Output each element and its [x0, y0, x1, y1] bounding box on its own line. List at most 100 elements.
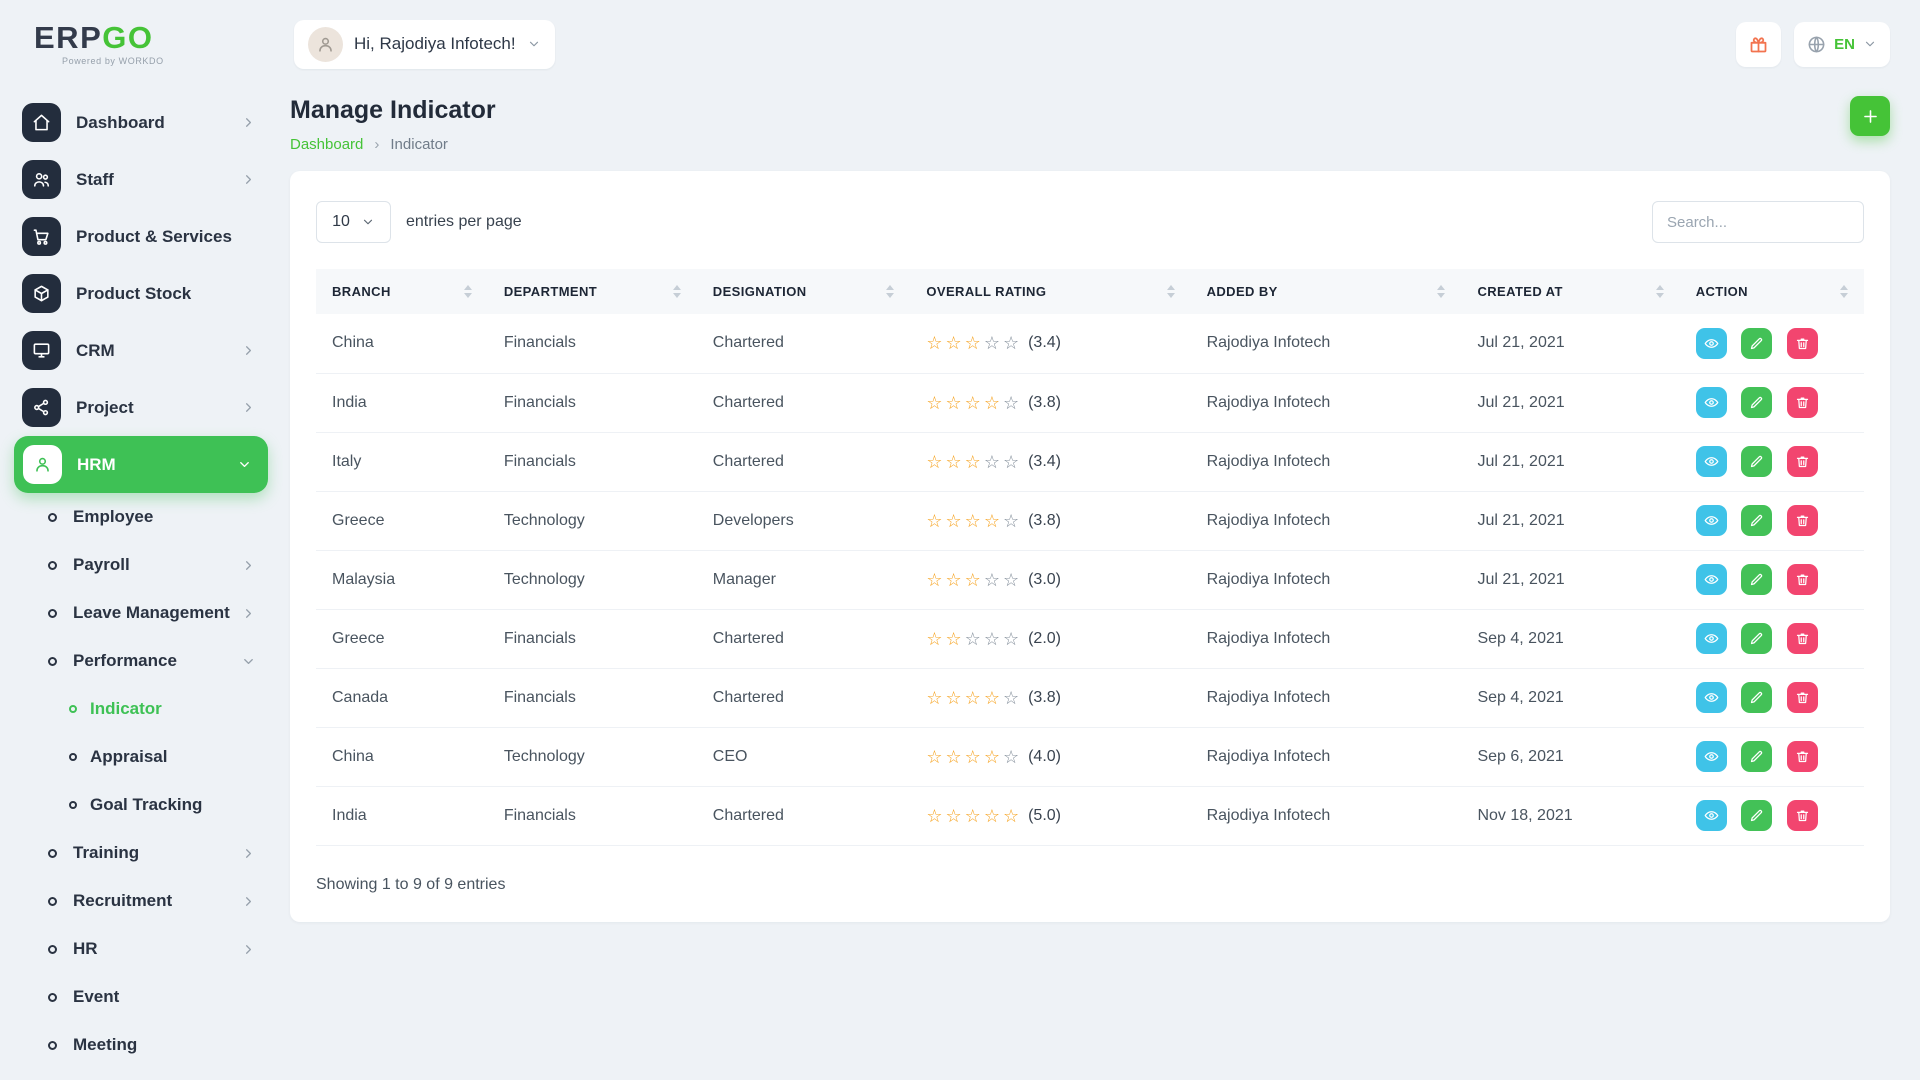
delete-button[interactable] — [1787, 682, 1818, 713]
entries-per-page-select[interactable]: 10 — [316, 201, 391, 243]
main-content: Manage Indicator Dashboard › Indicator 1… — [288, 76, 1920, 1069]
edit-button[interactable] — [1741, 564, 1772, 595]
view-button[interactable] — [1696, 741, 1727, 772]
edit-button[interactable] — [1741, 505, 1772, 536]
language-label: EN — [1834, 36, 1855, 53]
topbar-actions: EN — [1736, 22, 1890, 67]
department-cell: Financials — [488, 432, 697, 491]
star-icon: ☆ — [1003, 334, 1019, 352]
sidebar-item-meeting[interactable]: Meeting — [22, 1021, 264, 1069]
column-header-overall-rating[interactable]: OVERALL RATING — [910, 269, 1190, 314]
created-at-cell: Sep 4, 2021 — [1461, 668, 1679, 727]
add-indicator-button[interactable] — [1850, 96, 1890, 136]
sidebar-item-event[interactable]: Event — [22, 973, 264, 1021]
erpgo-logo[interactable]: ERPGO Powered by WORKDO — [34, 22, 272, 66]
bullet-icon — [48, 945, 57, 954]
view-button[interactable] — [1696, 387, 1727, 418]
column-header-action[interactable]: ACTION — [1680, 269, 1864, 314]
sidebar-item-indicator[interactable]: Indicator — [22, 685, 264, 733]
sidebar-item-leave-management[interactable]: Leave Management — [22, 589, 264, 637]
star-icon: ☆ — [984, 334, 1000, 352]
sort-icon — [464, 285, 472, 298]
chevron-right-icon — [241, 558, 256, 573]
view-button[interactable] — [1696, 505, 1727, 536]
table-row: India Financials Chartered ☆☆☆☆☆(5.0) Ra… — [316, 786, 1864, 845]
star-icon: ☆ — [946, 571, 962, 589]
delete-button[interactable] — [1787, 741, 1818, 772]
added-by-cell: Rajodiya Infotech — [1191, 727, 1462, 786]
delete-button[interactable] — [1787, 505, 1818, 536]
column-header-branch[interactable]: BRANCH — [316, 269, 488, 314]
sidebar-item-label: Project — [76, 398, 134, 418]
edit-button[interactable] — [1741, 446, 1772, 477]
column-header-designation[interactable]: DESIGNATION — [697, 269, 911, 314]
table-row: Canada Financials Chartered ☆☆☆☆☆(3.8) R… — [316, 668, 1864, 727]
view-button[interactable] — [1696, 682, 1727, 713]
edit-button[interactable] — [1741, 387, 1772, 418]
edit-button[interactable] — [1741, 328, 1772, 359]
view-button[interactable] — [1696, 564, 1727, 595]
bullet-icon — [48, 513, 57, 522]
sidebar-item-recruitment[interactable]: Recruitment — [22, 877, 264, 925]
breadcrumb-dashboard-link[interactable]: Dashboard — [290, 136, 363, 153]
star-icon: ☆ — [965, 334, 981, 352]
edit-button[interactable] — [1741, 800, 1772, 831]
delete-button[interactable] — [1787, 387, 1818, 418]
star-icon: ☆ — [946, 512, 962, 530]
delete-button[interactable] — [1787, 623, 1818, 654]
sidebar-item-product-stock[interactable]: Product Stock — [22, 265, 264, 322]
sidebar-item-appraisal[interactable]: Appraisal — [22, 733, 264, 781]
rating-value: (3.4) — [1028, 453, 1061, 471]
view-button[interactable] — [1696, 328, 1727, 359]
sidebar-item-project[interactable]: Project — [22, 379, 264, 436]
sidebar-item-hr[interactable]: HR — [22, 925, 264, 973]
star-icon: ☆ — [946, 394, 962, 412]
delete-button[interactable] — [1787, 328, 1818, 359]
referral-button[interactable] — [1736, 22, 1781, 67]
view-button[interactable] — [1696, 800, 1727, 831]
action-cell — [1680, 314, 1864, 373]
department-cell: Technology — [488, 491, 697, 550]
language-select[interactable]: EN — [1794, 22, 1890, 67]
rating-value: (2.0) — [1028, 630, 1061, 648]
logo-text-erp: ERP — [34, 20, 102, 55]
sidebar-item-training[interactable]: Training — [22, 829, 264, 877]
table-row: China Financials Chartered ☆☆☆☆☆(3.4) Ra… — [316, 314, 1864, 373]
delete-button[interactable] — [1787, 800, 1818, 831]
sidebar-item-payroll[interactable]: Payroll — [22, 541, 264, 589]
delete-button[interactable] — [1787, 446, 1818, 477]
bullet-icon — [48, 897, 57, 906]
column-label: ADDED BY — [1207, 284, 1278, 299]
sidebar-item-product-services[interactable]: Product & Services — [22, 208, 264, 265]
edit-button[interactable] — [1741, 741, 1772, 772]
table-controls: 10 entries per page — [316, 201, 1864, 243]
layout: DashboardStaffProduct & ServicesProduct … — [0, 76, 1920, 1069]
search-input[interactable] — [1652, 201, 1864, 243]
edit-button[interactable] — [1741, 623, 1772, 654]
view-button[interactable] — [1696, 446, 1727, 477]
sidebar-item-performance[interactable]: Performance — [22, 637, 264, 685]
user-menu[interactable]: Hi, Rajodiya Infotech! — [294, 20, 555, 69]
edit-button[interactable] — [1741, 682, 1772, 713]
bullet-icon — [69, 753, 77, 761]
sidebar-item-dashboard[interactable]: Dashboard — [22, 94, 264, 151]
view-button[interactable] — [1696, 623, 1727, 654]
column-header-department[interactable]: DEPARTMENT — [488, 269, 697, 314]
sidebar-item-hrm[interactable]: HRM — [14, 436, 268, 493]
sidebar-item-crm[interactable]: CRM — [22, 322, 264, 379]
sidebar-item-staff[interactable]: Staff — [22, 151, 264, 208]
column-header-created-at[interactable]: CREATED AT — [1461, 269, 1679, 314]
sidebar-item-label: Recruitment — [73, 891, 172, 911]
gift-icon — [1748, 34, 1769, 55]
column-header-added-by[interactable]: ADDED BY — [1191, 269, 1462, 314]
logo-tagline: Powered by WORKDO — [34, 56, 272, 66]
star-icon: ☆ — [926, 334, 942, 352]
star-icon: ☆ — [984, 807, 1000, 825]
delete-button[interactable] — [1787, 564, 1818, 595]
designation-cell: Chartered — [697, 668, 911, 727]
sidebar-item-employee[interactable]: Employee — [22, 493, 264, 541]
sidebar-item-label: Payroll — [73, 555, 130, 575]
sidebar-item-goal-tracking[interactable]: Goal Tracking — [22, 781, 264, 829]
sidebar-item-label: CRM — [76, 341, 115, 361]
department-cell: Financials — [488, 668, 697, 727]
